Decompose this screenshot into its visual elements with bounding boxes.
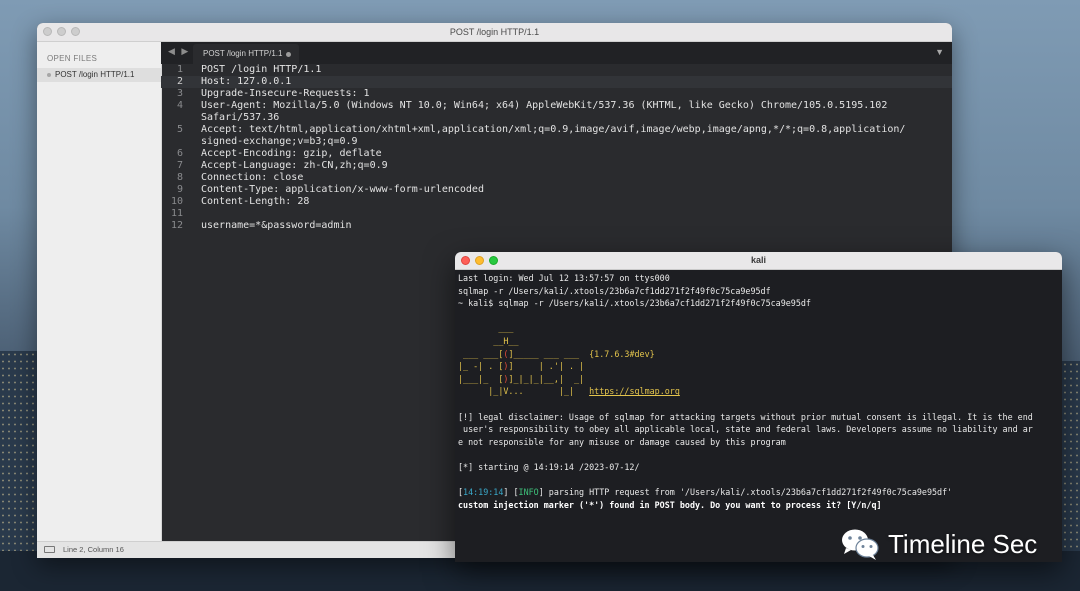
line-text: signed-exchange;v=b3;q=0.9 xyxy=(201,136,358,147)
terminal-minimize-button[interactable] xyxy=(475,256,484,265)
log-time: 14:19:14 xyxy=(463,487,504,498)
legal-disclaimer-3: e not responsible for any misuse or dama… xyxy=(458,436,786,447)
sqlmap-url-link[interactable]: https://sqlmap.org xyxy=(589,386,680,396)
line-text: User-Agent: Mozilla/5.0 (Windows NT 10.0… xyxy=(201,100,888,111)
line-number: 2 xyxy=(176,76,183,87)
line-text: POST /login HTTP/1.1 xyxy=(201,64,322,75)
close-window-button[interactable] xyxy=(43,27,52,36)
line-text: Accept-Encoding: gzip, deflate xyxy=(201,148,382,159)
legal-disclaimer-1: [!] legal disclaimer: Usage of sqlmap fo… xyxy=(458,411,1033,422)
prompt-command-line: ~ kali$ sqlmap -r /Users/kali/.xtools/23… xyxy=(458,298,811,309)
console-toggle-icon[interactable] xyxy=(44,546,55,553)
line-text: Safari/537.36 xyxy=(201,112,280,123)
editor-tabbar: ◀ ▶ POST /login HTTP/1.1 ▼ xyxy=(161,42,952,64)
injection-prompt-line: custom injection marker ('*') found in P… xyxy=(458,499,882,510)
sqlmap-banner-line-5: |___|_ [)]_|_|_|__,| _| xyxy=(458,373,585,384)
terminal-window: kali Last login: Wed Jul 12 13:57:57 on … xyxy=(455,252,1062,562)
line-number: 10 xyxy=(170,196,183,207)
line-number: 7 xyxy=(176,160,183,171)
tab-label: POST /login HTTP/1.1 xyxy=(203,49,283,58)
editor-window-title: POST /login HTTP/1.1 xyxy=(449,27,540,37)
code-line[interactable]: 11 xyxy=(161,208,952,220)
terminal-output[interactable]: Last login: Wed Jul 12 13:57:57 on ttys0… xyxy=(455,270,1062,513)
last-login-line: Last login: Wed Jul 12 13:57:57 on ttys0… xyxy=(458,273,670,283)
line-number: 5 xyxy=(176,124,183,135)
line-text: Content-Type: application/x-www-form-url… xyxy=(201,184,484,195)
line-text: Accept-Language: zh-CN,zh;q=0.9 xyxy=(201,160,388,171)
editor-titlebar: POST /login HTTP/1.1 xyxy=(37,23,952,42)
code-line[interactable]: 8 Connection: close xyxy=(161,172,952,184)
tab-dropdown-icon[interactable]: ▼ xyxy=(935,47,944,57)
tab-nav-arrows-icon[interactable]: ◀ ▶ xyxy=(168,46,190,57)
line-text: Content-Length: 28 xyxy=(201,196,310,207)
code-line[interactable]: 7 Accept-Language: zh-CN,zh;q=0.9 xyxy=(161,160,952,172)
terminal-titlebar: kali xyxy=(455,252,1062,270)
zoom-window-button[interactable] xyxy=(71,27,80,36)
info-parse-line: [14:19:14] [INFO] parsing HTTP request f… xyxy=(458,487,953,498)
line-number: 9 xyxy=(176,184,183,195)
terminal-close-button[interactable] xyxy=(461,256,470,265)
open-file-label: POST /login HTTP/1.1 xyxy=(55,70,135,79)
line-text: Accept: text/html,application/xhtml+xml,… xyxy=(201,124,906,135)
cursor-position: Line 2, Column 16 xyxy=(63,545,124,554)
sqlmap-version: {1.7.6.3#dev} xyxy=(589,348,655,359)
code-line[interactable]: 6 Accept-Encoding: gzip, deflate xyxy=(161,148,952,160)
starting-line: [*] starting @ 14:19:14 /2023-07-12/ xyxy=(458,461,640,472)
log-level: INFO xyxy=(518,487,539,498)
line-text: Host: 127.0.0.1 xyxy=(201,76,292,87)
code-line[interactable]: 1 POST /login HTTP/1.1 xyxy=(161,64,952,76)
line-number xyxy=(161,136,201,148)
code-line[interactable]: 9 Content-Type: application/x-www-form-ur… xyxy=(161,184,952,196)
sqlmap-banner-line-3: ___ ___[(]_____ ___ ___ {1.7.6.3#dev} xyxy=(458,348,655,359)
editor-sidebar: OPEN FILES POST /login HTTP/1.1 xyxy=(37,42,162,542)
command-echo-line: sqlmap -r /Users/kali/.xtools/23b6a7cf1d… xyxy=(458,285,771,296)
line-number: 1 xyxy=(176,64,183,75)
sqlmap-banner-line-2: __H__ xyxy=(458,335,519,346)
line-number: 12 xyxy=(170,220,183,231)
code-line[interactable]: 2 Host: 127.0.0.1 xyxy=(161,76,952,88)
line-text: Upgrade-Insecure-Requests: 1 xyxy=(201,88,370,99)
code-line[interactable]: signed-exchange;v=b3;q=0.9 xyxy=(161,136,952,148)
open-files-header: OPEN FILES xyxy=(47,54,98,63)
line-number: 6 xyxy=(176,148,183,159)
line-text: username=*&password=admin xyxy=(201,220,352,231)
sqlmap-banner-line-6: |_|V... |_| https://sqlmap.org xyxy=(458,386,680,397)
watermark: Timeline Sec xyxy=(840,527,1037,561)
modified-dot-icon xyxy=(47,73,51,77)
line-number: 3 xyxy=(176,88,183,99)
line-number xyxy=(161,112,201,124)
open-file-item[interactable]: POST /login HTTP/1.1 xyxy=(37,68,161,82)
sqlmap-banner-line-4: |_ -| . [)] | .'| . | xyxy=(458,361,585,372)
code-line[interactable]: 12 username=*&password=admin xyxy=(161,220,952,232)
tab-request[interactable]: POST /login HTTP/1.1 xyxy=(193,44,299,64)
wechat-icon xyxy=(842,529,879,560)
watermark-text: Timeline Sec xyxy=(888,528,1038,559)
terminal-zoom-button[interactable] xyxy=(489,256,498,265)
line-number: 11 xyxy=(170,208,183,219)
code-line[interactable]: Safari/537.36 xyxy=(161,112,952,124)
unsaved-dot-icon[interactable] xyxy=(286,52,291,57)
line-number: 8 xyxy=(176,172,183,183)
line-text: Connection: close xyxy=(201,172,304,183)
minimize-window-button[interactable] xyxy=(57,27,66,36)
line-number: 4 xyxy=(176,100,183,111)
code-line[interactable]: 4 User-Agent: Mozilla/5.0 (Windows NT 10.… xyxy=(161,100,952,112)
terminal-title: kali xyxy=(750,255,766,265)
code-line[interactable]: 5 Accept: text/html,application/xhtml+xml… xyxy=(161,124,952,136)
legal-disclaimer-2: user's responsibility to obey all applic… xyxy=(458,424,1033,435)
code-line[interactable]: 3 Upgrade-Insecure-Requests: 1 xyxy=(161,88,952,100)
sqlmap-banner-line-1: ___ xyxy=(458,323,514,334)
code-line[interactable]: 10 Content-Length: 28 xyxy=(161,196,952,208)
